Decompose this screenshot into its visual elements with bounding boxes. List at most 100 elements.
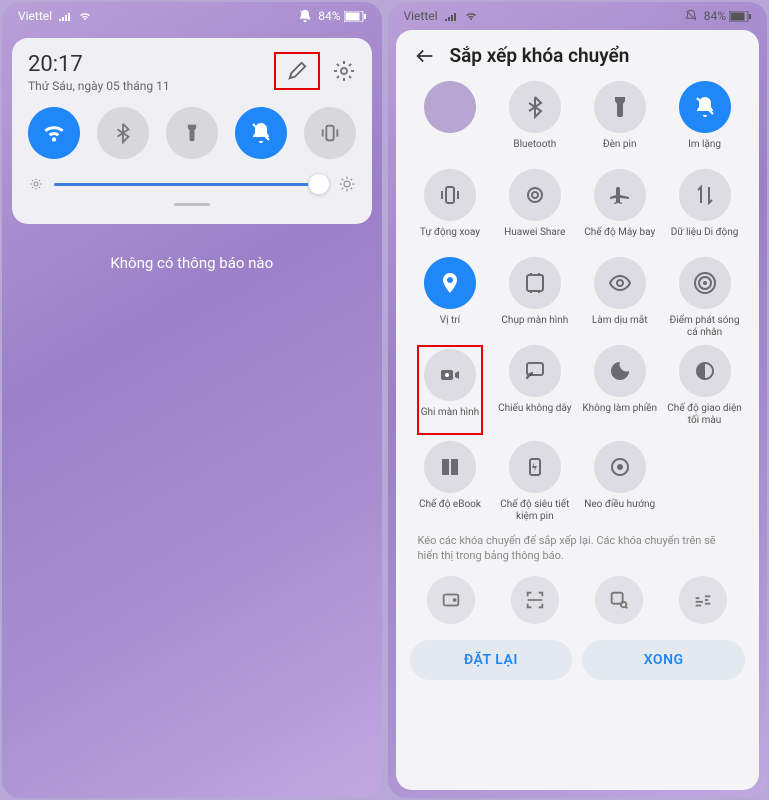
placeholder-icon xyxy=(424,81,476,133)
tile-rotate[interactable]: Tự động xoay xyxy=(410,169,491,251)
reset-button[interactable]: ĐẶT LẠI xyxy=(410,640,573,680)
ebook-icon xyxy=(424,441,476,493)
mute-toggle[interactable] xyxy=(235,107,287,159)
edit-button[interactable] xyxy=(274,52,320,90)
gear-icon xyxy=(332,59,356,83)
screenshot-icon xyxy=(509,257,561,309)
bell-slash-icon xyxy=(249,121,273,145)
tile-label: Chế độ giao diện tối màu xyxy=(664,403,745,427)
tile-flashlight[interactable]: Đèn pin xyxy=(579,81,660,163)
back-button[interactable] xyxy=(414,45,436,67)
signal-icon xyxy=(444,11,458,21)
wifi-toggle[interactable] xyxy=(28,107,80,159)
scan-icon xyxy=(524,589,546,611)
tile-label: Neo điều hướng xyxy=(584,499,655,523)
tile-dark[interactable]: Chế độ giao diện tối màu xyxy=(664,345,745,435)
bottom-tile-scan[interactable] xyxy=(511,576,559,624)
mobiledata-icon xyxy=(679,169,731,221)
tile-label: Ghi màn hình xyxy=(421,407,479,431)
tile-ebook[interactable]: Chế độ eBook xyxy=(410,441,491,523)
pencil-icon xyxy=(286,60,308,82)
tile-label: Chế độ eBook xyxy=(419,499,481,523)
arrange-panel: Sắp xếp khóa chuyển Bluetooth Đèn pin Im l… xyxy=(396,30,760,790)
battery-badge: 84% xyxy=(704,9,751,23)
rotate-icon xyxy=(424,169,476,221)
tile-airplane[interactable]: Chế độ Máy bay xyxy=(579,169,660,251)
panel-title: Sắp xếp khóa chuyển xyxy=(450,44,630,67)
wifi-icon xyxy=(78,11,92,21)
mute-icon xyxy=(679,81,731,133)
wifi-icon xyxy=(41,120,67,146)
tile-label: Chiếu không dây xyxy=(498,403,571,427)
tile-label: Chụp màn hình xyxy=(501,315,568,339)
tile-mute[interactable]: Im lặng xyxy=(664,81,745,163)
bluetooth-toggle[interactable] xyxy=(97,107,149,159)
tile-location[interactable]: Vị trí xyxy=(410,257,491,339)
tile-label: Dữ liệu Di động xyxy=(671,227,739,251)
bottom-tile-search-img[interactable] xyxy=(595,576,643,624)
bottom-tile-nfc[interactable] xyxy=(427,576,475,624)
tile-bluetooth[interactable]: Bluetooth xyxy=(494,81,575,163)
bottom-tile-sound[interactable] xyxy=(679,576,727,624)
mute-icon xyxy=(298,9,312,23)
date-label: Thứ Sáu, ngày 05 tháng 11 xyxy=(28,79,170,93)
slider-track[interactable] xyxy=(54,183,328,186)
drag-handle[interactable] xyxy=(174,203,210,206)
vibrate-toggle[interactable] xyxy=(304,107,356,159)
status-bar: Viettel 84% xyxy=(2,2,382,30)
tile-cast[interactable]: Chiếu không dây xyxy=(494,345,575,435)
hint-text: Kéo các khóa chuyển để sắp xếp lại. Các … xyxy=(406,523,750,568)
location-icon xyxy=(424,257,476,309)
nfc-icon xyxy=(440,589,462,611)
tile-label: Không làm phiền xyxy=(582,403,657,427)
hotspot-icon xyxy=(679,257,731,309)
slider-thumb[interactable] xyxy=(308,173,330,195)
dnd-icon xyxy=(594,345,646,397)
tile-mobiledata[interactable]: Dữ liệu Di động xyxy=(664,169,745,251)
tile-dnd[interactable]: Không làm phiền xyxy=(579,345,660,435)
status-bar: Viettel 84% xyxy=(388,2,768,30)
navdock-icon xyxy=(594,441,646,493)
tile-grid: Bluetooth Đèn pin Im lặng Tự động xoay Huawe… xyxy=(406,81,750,523)
battery-icon xyxy=(509,441,561,493)
phone-left: Viettel 84% 20:17 Thứ Sáu, ngày 05 tháng… xyxy=(2,2,382,798)
sun-low-icon xyxy=(28,176,44,192)
time-block: 20:17 Thứ Sáu, ngày 05 tháng 11 xyxy=(28,52,170,93)
tile-label: Làm dịu mắt xyxy=(592,315,648,339)
hshare-icon xyxy=(509,169,561,221)
tile-label: Huawei Share xyxy=(504,227,565,251)
signal-icon xyxy=(58,11,72,21)
no-notifications-label: Không có thông báo nào xyxy=(2,254,382,272)
tile-label: Đèn pin xyxy=(603,139,637,163)
tile-label: Chế độ siêu tiết kiệm pin xyxy=(494,499,575,523)
tile-eye[interactable]: Làm dịu mắt xyxy=(579,257,660,339)
record-icon xyxy=(424,349,476,401)
tile-placeholder[interactable] xyxy=(410,81,491,163)
settings-button[interactable] xyxy=(332,59,356,83)
tile-label: Im lặng xyxy=(688,139,721,163)
tile-hotspot[interactable]: Điểm phát sóng cá nhân xyxy=(664,257,745,339)
tile-navdock[interactable]: Neo điều hướng xyxy=(579,441,660,523)
quick-settings-card: 20:17 Thứ Sáu, ngày 05 tháng 11 xyxy=(12,38,372,224)
brightness-slider[interactable] xyxy=(28,175,356,193)
tile-hshare[interactable]: Huawei Share xyxy=(494,169,575,251)
eye-icon xyxy=(594,257,646,309)
tile-battery[interactable]: Chế độ siêu tiết kiệm pin xyxy=(494,441,575,523)
arrow-left-icon xyxy=(414,45,436,67)
tile-screenshot[interactable]: Chụp màn hình xyxy=(494,257,575,339)
done-button[interactable]: XONG xyxy=(582,640,745,680)
wifi-icon xyxy=(464,11,478,21)
vibrate-icon xyxy=(319,122,341,144)
flashlight-toggle[interactable] xyxy=(166,107,218,159)
battery-badge: 84% xyxy=(318,9,365,23)
carrier-label: Viettel xyxy=(18,9,52,23)
carrier-label: Viettel xyxy=(404,9,438,23)
sound-icon xyxy=(692,589,714,611)
tile-label: Tự động xoay xyxy=(420,227,480,251)
bluetooth-icon xyxy=(112,122,134,144)
tile-label: Chế độ Máy bay xyxy=(584,227,655,251)
mute-icon xyxy=(684,9,698,23)
tile-record[interactable]: Ghi màn hình xyxy=(410,345,491,435)
flashlight-icon xyxy=(182,123,202,143)
cast-icon xyxy=(509,345,561,397)
